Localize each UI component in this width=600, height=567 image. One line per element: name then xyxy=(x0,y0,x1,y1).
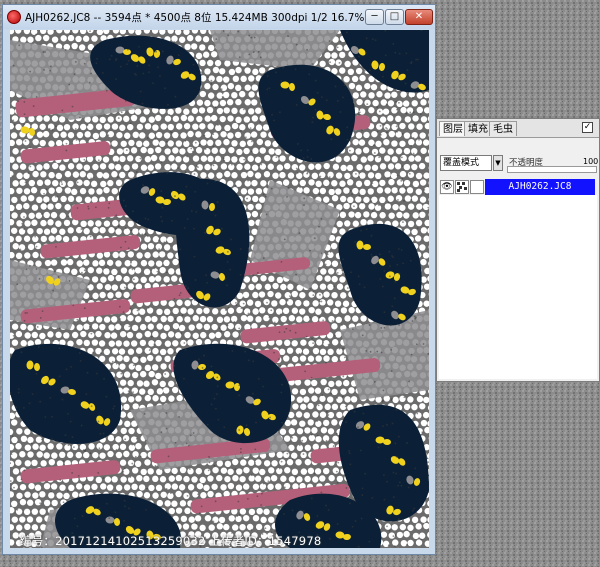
maximize-button[interactable]: □ xyxy=(385,9,404,25)
blend-mode-select[interactable]: 覆盖模式 xyxy=(440,155,492,171)
chevron-down-icon[interactable]: ▼ xyxy=(493,155,503,171)
palette-controls: 覆盖模式 ▼ 不透明度 100 xyxy=(437,138,599,178)
layer-name[interactable]: AJH0262.JC8 xyxy=(485,179,595,195)
watermark-text: 编号：20171214102513259032 上传者ID：1547978 xyxy=(20,534,322,548)
palette-checkbox[interactable]: ✓ xyxy=(582,122,593,133)
layer-list-empty-area[interactable] xyxy=(439,195,597,379)
layer-item[interactable]: 👁 AJH0262.JC8 xyxy=(439,179,597,195)
minimize-button[interactable]: ─ xyxy=(365,9,384,25)
image-window: AJH0262.JC8 -- 3594点 * 4500点 8位 15.424MB… xyxy=(2,4,436,555)
close-button[interactable]: ✕ xyxy=(405,9,433,25)
image-canvas[interactable] xyxy=(10,30,429,548)
palette-tab-bar: 图层 填充 毛虫 ✓ xyxy=(437,119,599,138)
eye-icon[interactable]: 👁 xyxy=(440,180,454,194)
tab-layers[interactable]: 图层 xyxy=(439,121,467,136)
app-logo-icon xyxy=(7,10,21,24)
textile-pattern-image xyxy=(10,30,429,548)
pattern-mask-icon[interactable] xyxy=(455,180,469,194)
opacity-value: 100 xyxy=(583,157,599,166)
opacity-slider[interactable] xyxy=(507,166,597,173)
layers-palette: 图层 填充 毛虫 ✓ 覆盖模式 ▼ 不透明度 100 👁 AJH0262.JC8 xyxy=(436,118,600,382)
tab-caterpillar[interactable]: 毛虫 xyxy=(489,121,517,136)
tab-fill[interactable]: 填充 xyxy=(464,121,492,136)
window-title-bar[interactable]: AJH0262.JC8 -- 3594点 * 4500点 8位 15.424MB… xyxy=(3,5,435,29)
layer-thumbnail xyxy=(470,180,484,194)
window-title: AJH0262.JC8 -- 3594点 * 4500点 8位 15.424MB… xyxy=(25,12,365,24)
